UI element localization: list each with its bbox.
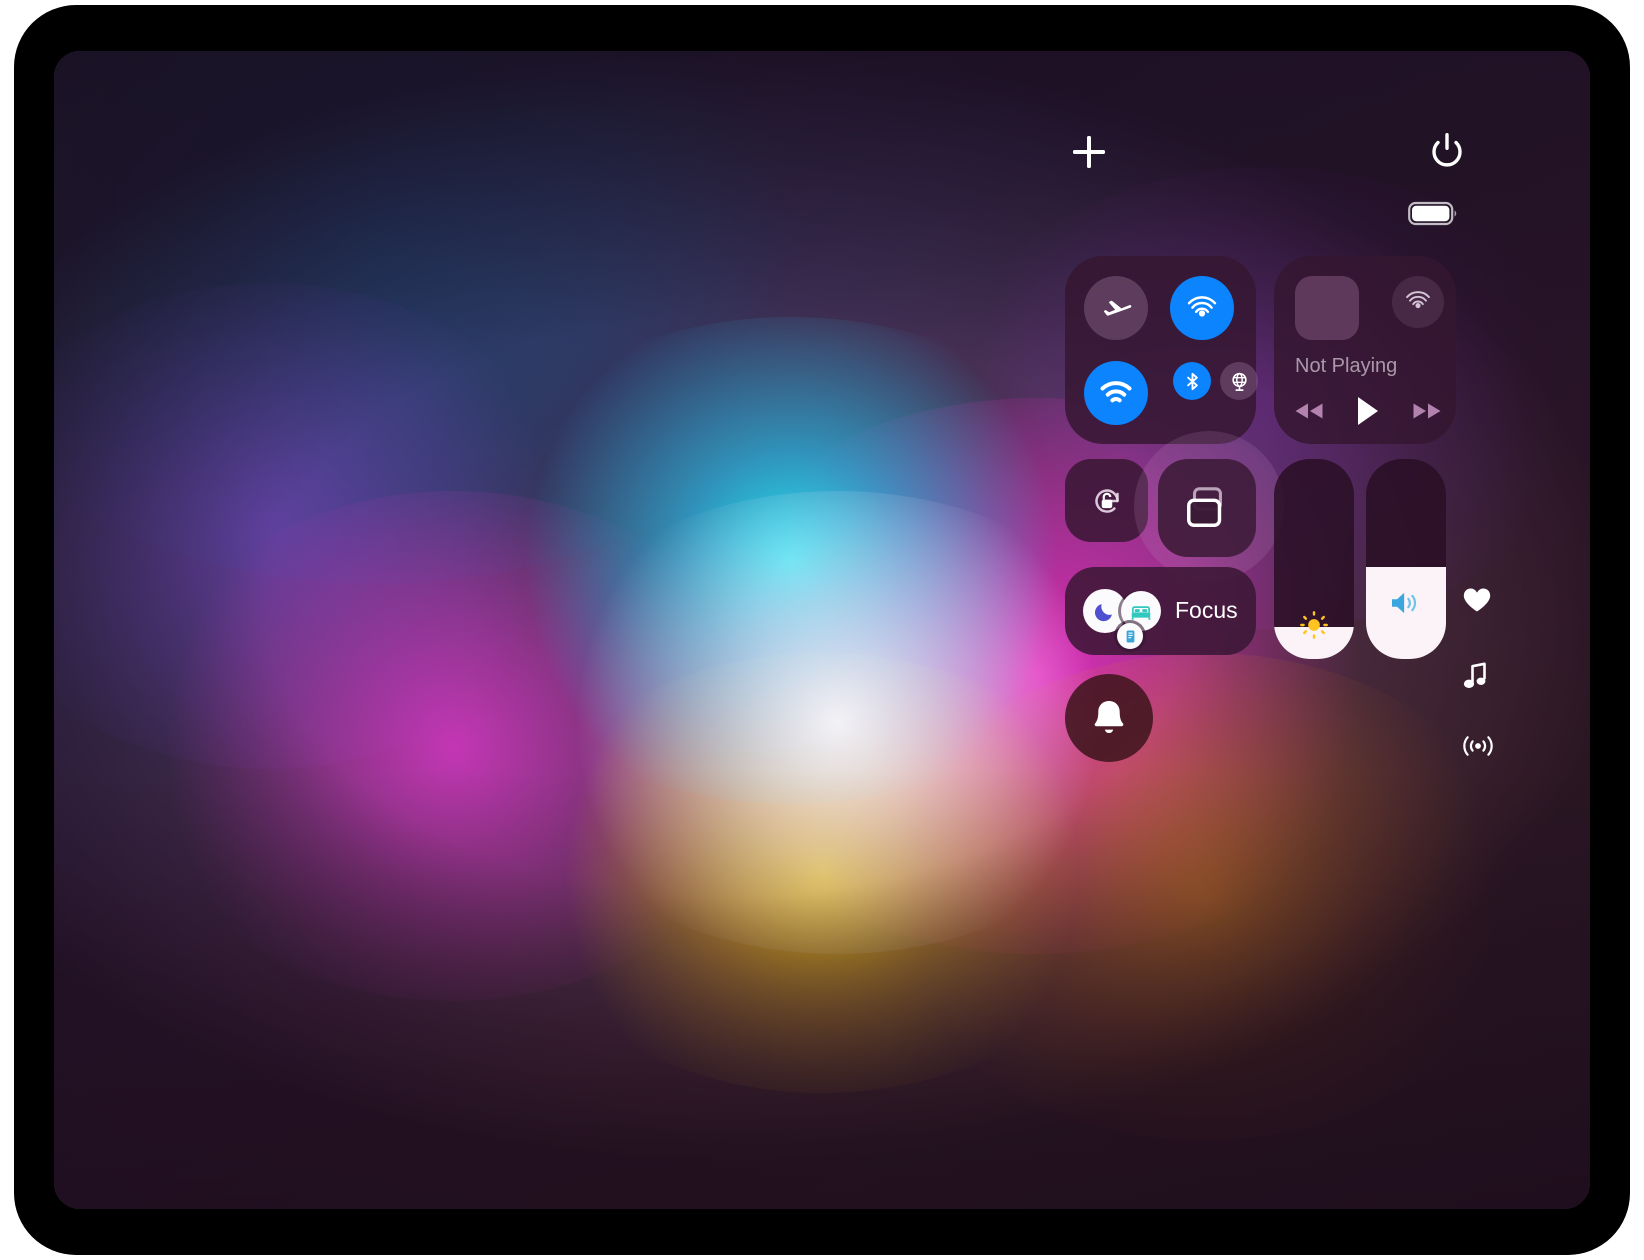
play-icon — [1358, 397, 1378, 425]
wifi-icon — [1100, 381, 1132, 403]
rewind-button[interactable] — [1292, 400, 1326, 422]
airplane-icon — [1103, 300, 1132, 316]
heart-icon — [1463, 588, 1491, 612]
airplay-audio-button[interactable] — [1392, 276, 1444, 328]
power-button[interactable] — [1425, 129, 1469, 173]
volume-icon — [1392, 592, 1417, 614]
brightness-icon — [1300, 611, 1328, 639]
bed-icon — [1131, 605, 1151, 620]
globe-icon — [1231, 372, 1247, 391]
now-playing-title: Not Playing — [1295, 355, 1398, 377]
airplay-audio-icon — [1406, 291, 1430, 309]
fast-forward-button[interactable] — [1410, 400, 1444, 422]
screen-mirroring-icon — [1187, 487, 1222, 528]
album-artwork-placeholder — [1295, 276, 1359, 340]
connectivity-module — [1065, 256, 1258, 444]
ipad-device-frame: Not Playing Focus — [14, 5, 1630, 1255]
airdrop-button[interactable] — [1170, 276, 1234, 340]
focus-module[interactable]: Focus — [1065, 567, 1256, 655]
airdrop-icon — [1187, 296, 1217, 317]
volume-fill — [1366, 567, 1446, 659]
wallpaper — [54, 51, 1590, 1209]
music-button[interactable] — [1462, 661, 1490, 691]
reading-focus-icon-wrap — [1117, 623, 1143, 649]
book-icon — [1126, 629, 1134, 643]
screen-mirroring-button[interactable] — [1158, 459, 1256, 557]
volume-icon-wrap — [1388, 589, 1424, 617]
add-widget-button[interactable] — [1066, 129, 1112, 175]
brightness-icon-wrap — [1298, 609, 1330, 641]
play-button[interactable] — [1355, 395, 1381, 427]
focus-label: Focus — [1175, 597, 1238, 623]
broadcast-button[interactable] — [1462, 733, 1494, 759]
rotation-lock-button[interactable] — [1065, 459, 1148, 542]
rewind-icon — [1295, 403, 1323, 419]
power-icon — [1432, 133, 1462, 167]
volume-slider[interactable] — [1366, 459, 1446, 659]
broadcast-icon — [1463, 736, 1493, 756]
brightness-fill — [1274, 611, 1354, 659]
bluetooth-icon — [1186, 372, 1198, 390]
cellular-data-button[interactable] — [1220, 362, 1258, 400]
rotation-lock-icon — [1094, 488, 1119, 513]
battery-indicator — [1408, 201, 1458, 226]
airplane-mode-button[interactable] — [1084, 276, 1148, 340]
brightness-slider[interactable] — [1274, 459, 1354, 659]
plus-icon — [1073, 136, 1105, 168]
bell-icon — [1094, 701, 1124, 734]
bluetooth-button[interactable] — [1173, 362, 1211, 400]
fast-forward-icon — [1413, 403, 1441, 419]
battery-full-icon — [1408, 201, 1457, 226]
moon-icon — [1094, 604, 1112, 622]
wifi-button[interactable] — [1084, 361, 1148, 425]
now-playing-module: Not Playing — [1274, 256, 1456, 444]
notifications-button[interactable] — [1065, 674, 1153, 762]
favorite-button[interactable] — [1462, 586, 1492, 614]
ipad-screen: Not Playing Focus — [54, 51, 1590, 1209]
media-transport-controls — [1292, 391, 1444, 431]
music-note-icon — [1463, 662, 1486, 688]
